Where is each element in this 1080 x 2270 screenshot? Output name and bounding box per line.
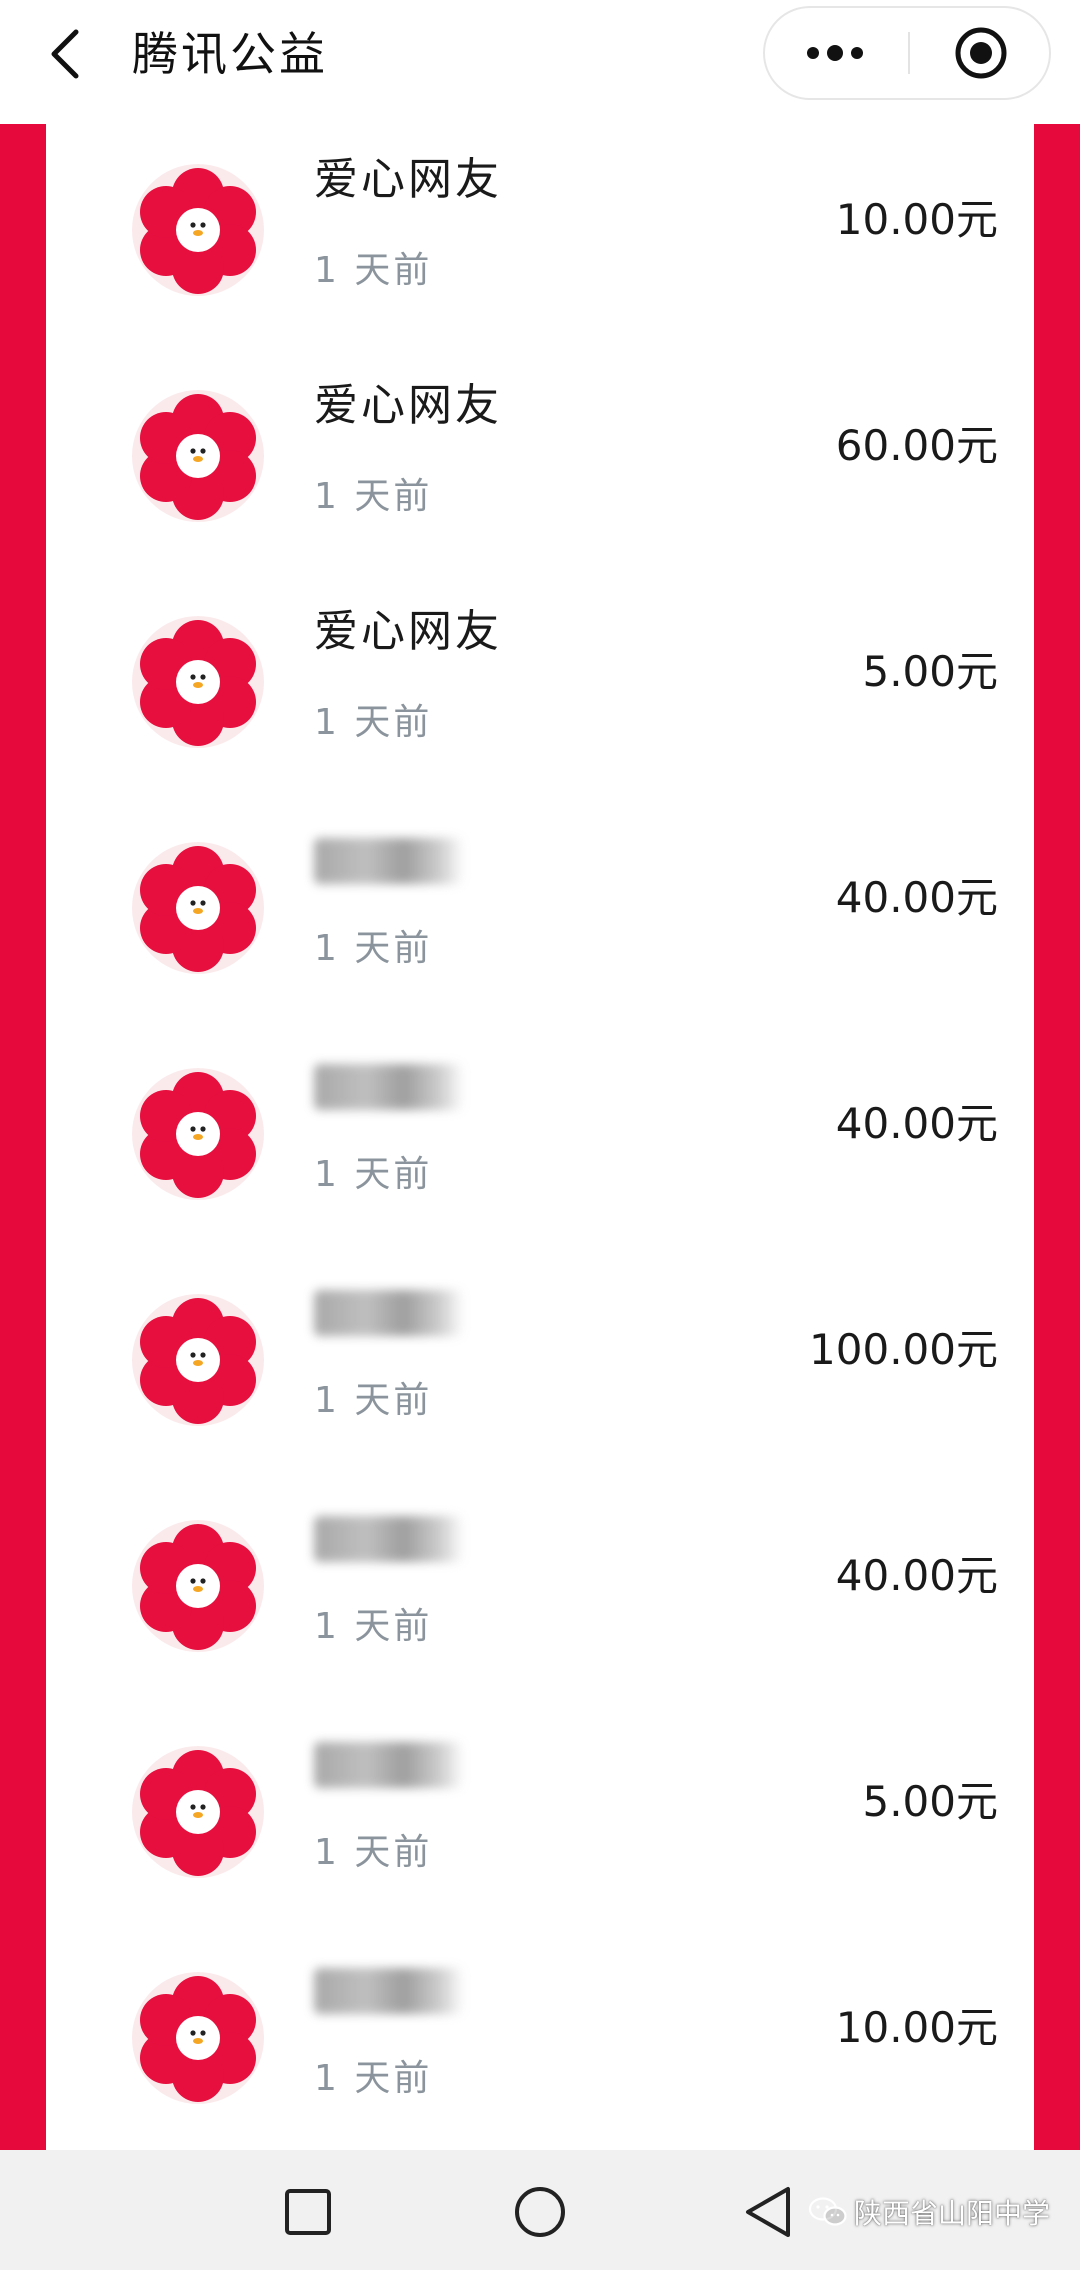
close-mini-program-button[interactable] (911, 8, 1051, 98)
donation-time: 1 天前 (314, 1154, 433, 1195)
donation-time: 1 天前 (314, 476, 433, 517)
watermark: 陕西省山阳中学 (808, 2190, 1050, 2234)
avatar (130, 614, 266, 750)
donation-list: 爱心网友 1 天前 10.00元 爱心网友 1 天前 60.00元 爱心网友 1… (46, 124, 1034, 2150)
donation-item: 1 天前 100.00元 (46, 1254, 1034, 1480)
recents-button[interactable] (268, 2172, 348, 2252)
flower-avatar-icon (132, 1746, 264, 1878)
donation-item: 1 天前 40.00元 (46, 1480, 1034, 1706)
donation-time: 1 天前 (314, 1832, 433, 1873)
more-dots-icon (807, 45, 863, 61)
wechat-icon (808, 2196, 848, 2228)
donor-name (314, 1064, 464, 1110)
donation-amount: 10.00元 (835, 2003, 998, 2052)
donation-amount: 40.00元 (835, 1099, 998, 1148)
donation-amount: 40.00元 (835, 1551, 998, 1600)
donation-time: 1 天前 (314, 1606, 433, 1647)
donation-item: 爱心网友 1 天前 5.00元 (46, 576, 1034, 802)
donation-time: 1 天前 (314, 928, 433, 969)
triangle-back-icon (746, 2187, 790, 2237)
chevron-left-icon (51, 29, 79, 79)
home-button[interactable] (500, 2172, 580, 2252)
flower-avatar-icon (132, 1972, 264, 2104)
donor-name: 爱心网友 (314, 380, 502, 431)
donor-name (314, 1742, 464, 1788)
flower-avatar-icon (132, 616, 264, 748)
donation-time: 1 天前 (314, 250, 433, 291)
donor-name: 爱心网友 (314, 606, 502, 657)
avatar (130, 1518, 266, 1654)
flower-avatar-icon (132, 1294, 264, 1426)
donation-time: 1 天前 (314, 1380, 433, 1421)
donation-item: 爱心网友 1 天前 10.00元 (46, 124, 1034, 350)
capsule-divider (908, 32, 910, 74)
donation-item: 1 天前 40.00元 (46, 802, 1034, 1028)
donor-name: 爱心网友 (314, 154, 502, 205)
avatar (130, 162, 266, 298)
top-navigation-bar: 腾讯公益 (0, 0, 1080, 124)
circle-icon (515, 2187, 565, 2237)
target-close-icon (955, 27, 1007, 79)
donation-amount: 5.00元 (862, 1777, 998, 1826)
back-button[interactable] (36, 24, 96, 84)
donation-amount: 60.00元 (835, 421, 998, 470)
donation-item: 1 天前 5.00元 (46, 1706, 1034, 1932)
square-icon (285, 2189, 331, 2235)
avatar (130, 1744, 266, 1880)
donation-time: 1 天前 (314, 702, 433, 743)
donation-amount: 10.00元 (835, 195, 998, 244)
donor-name (314, 1968, 464, 2014)
mini-program-capsule (763, 6, 1051, 100)
watermark-text: 陕西省山阳中学 (854, 2197, 1051, 2230)
avatar (130, 388, 266, 524)
donation-item: 1 天前 10.00元 (46, 1932, 1034, 2150)
flower-avatar-icon (132, 390, 264, 522)
flower-avatar-icon (132, 1520, 264, 1652)
donation-amount: 5.00元 (862, 647, 998, 696)
donor-name (314, 838, 464, 884)
flower-avatar-icon (132, 1068, 264, 1200)
avatar (130, 840, 266, 976)
red-frame-right (1034, 124, 1080, 2150)
donation-amount: 100.00元 (809, 1325, 998, 1374)
page-title: 腾讯公益 (132, 27, 328, 81)
donor-name (314, 1290, 464, 1336)
red-frame-left (0, 124, 46, 2150)
flower-avatar-icon (132, 842, 264, 974)
donation-amount: 40.00元 (835, 873, 998, 922)
donor-name (314, 1516, 464, 1562)
system-back-button[interactable] (728, 2172, 808, 2252)
flower-avatar-icon (132, 164, 264, 296)
avatar (130, 1970, 266, 2106)
donation-item: 爱心网友 1 天前 60.00元 (46, 350, 1034, 576)
avatar (130, 1066, 266, 1202)
more-button[interactable] (765, 8, 905, 98)
donation-time: 1 天前 (314, 2058, 433, 2099)
avatar (130, 1292, 266, 1428)
donation-item: 1 天前 40.00元 (46, 1028, 1034, 1254)
